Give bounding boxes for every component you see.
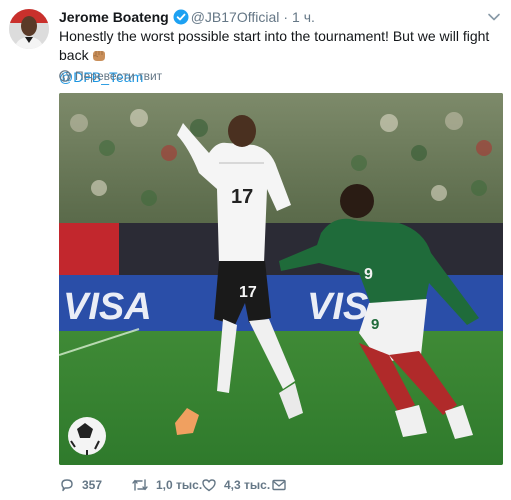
tweet-body: Honestly the worst possible start into t…: [59, 28, 490, 63]
ad-board-text-1: VISA: [63, 286, 152, 328]
tweet-header: Jerome Boateng @JB17Official · 1 ч.: [59, 8, 315, 26]
like-button[interactable]: 4,3 тыс.: [201, 476, 270, 494]
reply-button[interactable]: 357: [59, 476, 102, 494]
author-handle[interactable]: @JB17Official: [191, 9, 280, 25]
retweet-button[interactable]: 1,0 тыс.: [131, 476, 202, 494]
player2-jersey-number: 9: [364, 266, 373, 283]
direct-message-icon: [272, 479, 286, 491]
avatar[interactable]: [9, 9, 49, 49]
reply-icon: [61, 479, 73, 492]
translate-label: Перевести твит: [75, 69, 163, 83]
player2-shorts-number: 9: [371, 316, 379, 333]
like-icon: [202, 479, 216, 492]
verified-badge-icon: [173, 9, 189, 29]
photo-image: VISA VISA 17 17 9 9: [59, 93, 503, 465]
raised-fist-emoji: [91, 47, 107, 68]
tweet-time[interactable]: 1 ч.: [292, 9, 315, 25]
separator-dot: ·: [283, 9, 289, 25]
avatar-image: [9, 9, 49, 49]
globe-icon: [59, 70, 71, 86]
retweet-count: 1,0 тыс.: [156, 478, 203, 492]
like-count: 4,3 тыс.: [224, 478, 271, 492]
player1-jersey-number: 17: [231, 186, 253, 208]
author-name[interactable]: Jerome Boateng: [59, 9, 169, 25]
translate-tweet[interactable]: Перевести твит: [59, 68, 162, 84]
player1-shorts-number: 17: [239, 284, 257, 301]
tweet-photo[interactable]: VISA VISA 17 17 9 9: [59, 93, 503, 465]
direct-message-button[interactable]: [271, 476, 294, 494]
reply-count: 357: [82, 478, 103, 492]
retweet-icon: [132, 479, 148, 491]
soccer-ball: [68, 417, 106, 455]
chevron-down-icon[interactable]: [485, 8, 503, 26]
